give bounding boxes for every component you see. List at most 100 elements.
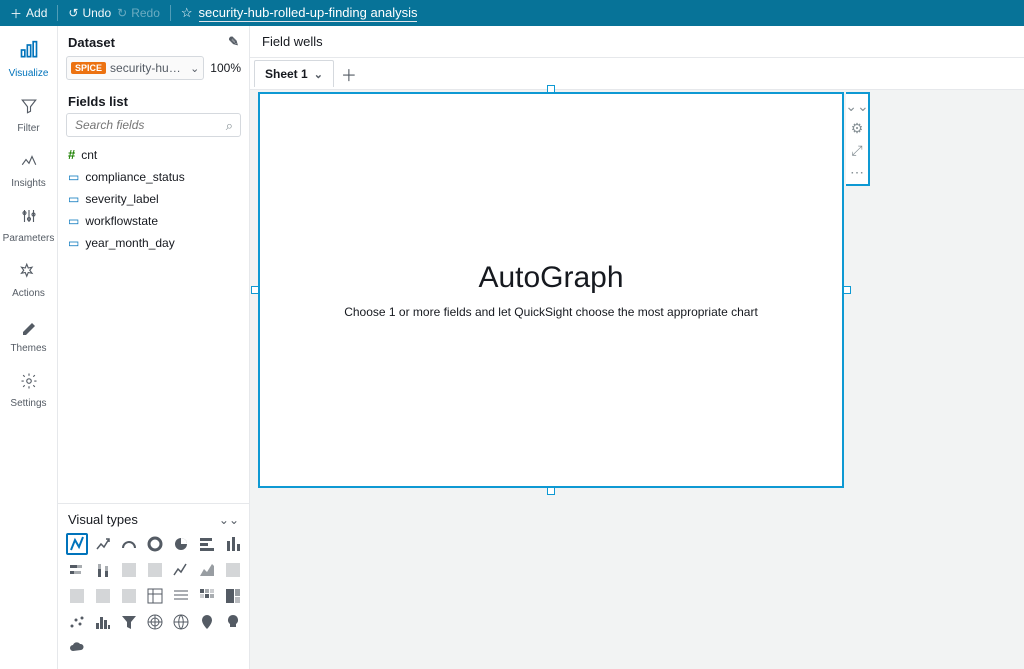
visual-type-vertical-100-stacked[interactable] <box>144 559 166 581</box>
visualize-icon <box>0 40 57 65</box>
visual-type-kpi-trend[interactable] <box>92 533 114 555</box>
analysis-name[interactable]: security-hub-rolled-up-finding analysis <box>199 5 418 22</box>
gear-icon <box>0 372 57 395</box>
visual-type-tree-map[interactable] <box>222 585 244 607</box>
expand-visual-icon[interactable]: ⤢ <box>849 142 865 158</box>
autograph-title: AutoGraph <box>478 261 623 295</box>
nav-label: Actions <box>12 288 45 299</box>
undo-label: Undo <box>82 6 111 20</box>
import-percentage: 100% <box>210 61 241 75</box>
field-wells-bar[interactable]: Field wells <box>250 26 1024 58</box>
fields-panel: Dataset ✎ SPICE security-hub-rol... ⌄ 10… <box>58 26 250 669</box>
collapse-visual-icon[interactable]: ⌄⌄ <box>849 98 865 114</box>
visual-type-insight[interactable] <box>222 611 244 633</box>
field-label: compliance_status <box>85 170 184 184</box>
visual-settings-icon[interactable]: ⚙ <box>849 120 865 136</box>
main-area: Field wells Sheet 1 ⌄ ＋ AutoGraph Choose… <box>250 26 1024 669</box>
field-item[interactable]: ▭ year_month_day <box>58 232 249 254</box>
field-label: severity_label <box>85 192 158 206</box>
visual-type-geo-map[interactable] <box>170 611 192 633</box>
insights-icon <box>0 152 57 175</box>
undo-icon: ↺ <box>68 6 78 20</box>
visual-type-pivot-table[interactable] <box>144 585 166 607</box>
themes-icon <box>0 317 57 340</box>
visual-type-area[interactable] <box>196 559 218 581</box>
visual-types-heading: Visual types <box>68 512 138 527</box>
visual-type-combo-bar[interactable] <box>222 559 244 581</box>
actions-icon <box>0 262 57 285</box>
filter-icon <box>0 97 57 120</box>
dataset-selector[interactable]: SPICE security-hub-rol... ⌄ <box>66 56 204 80</box>
visual-type-combo-line[interactable] <box>66 585 88 607</box>
parameters-icon <box>0 207 57 230</box>
visual-type-word-cloud[interactable] <box>66 637 88 659</box>
field-item[interactable]: ▭ compliance_status <box>58 166 249 188</box>
field-item[interactable]: ▭ severity_label <box>58 188 249 210</box>
field-wells-label: Field wells <box>262 34 323 49</box>
undo-button[interactable]: ↺ Undo <box>68 6 111 20</box>
visual-type-points-on-map[interactable] <box>196 611 218 633</box>
search-fields-input[interactable] <box>66 113 241 137</box>
visual-type-donut[interactable] <box>144 533 166 555</box>
chevron-down-icon: ⌄ <box>190 62 199 75</box>
visual-type-horizontal-bar[interactable] <box>196 533 218 555</box>
add-button[interactable]: ＋ Add <box>10 5 47 22</box>
star-icon[interactable]: ☆ <box>181 5 193 21</box>
visual-type-pie[interactable] <box>170 533 192 555</box>
visual-type-scatter[interactable] <box>66 611 88 633</box>
nav-label: Insights <box>11 178 45 189</box>
top-bar: ＋ Add ↺ Undo ↻ Redo ☆ security-hub-rolle… <box>0 0 1024 26</box>
add-label: Add <box>26 6 47 20</box>
field-item[interactable]: ▭ workflowstate <box>58 210 249 232</box>
sheet-tab[interactable]: Sheet 1 ⌄ <box>254 60 334 87</box>
nav-themes[interactable]: Themes <box>0 309 57 364</box>
fields-heading: Fields list <box>58 88 249 113</box>
plus-icon: ＋ <box>10 5 22 22</box>
dataset-name: security-hub-rol... <box>110 61 186 75</box>
visual-type-horizontal-100-stacked[interactable] <box>118 559 140 581</box>
visual-type-stacked-area[interactable] <box>92 585 114 607</box>
add-sheet-button[interactable]: ＋ <box>336 61 362 87</box>
string-type-icon: ▭ <box>68 214 79 228</box>
left-nav: Visualize Filter Insights Parameters Act… <box>0 26 58 669</box>
nav-label: Settings <box>10 398 46 409</box>
nav-label: Visualize <box>9 68 49 79</box>
nav-insights[interactable]: Insights <box>0 144 57 199</box>
canvas[interactable]: AutoGraph Choose 1 or more fields and le… <box>250 90 1024 669</box>
dataset-heading: Dataset <box>68 35 115 50</box>
chevron-down-icon: ⌄ <box>314 68 323 81</box>
string-type-icon: ▭ <box>68 192 79 206</box>
nav-label: Themes <box>10 343 46 354</box>
search-icon: ⌕ <box>226 118 233 134</box>
nav-filter[interactable]: Filter <box>0 89 57 144</box>
visual-type-histogram[interactable] <box>92 611 114 633</box>
number-type-icon: # <box>68 147 75 162</box>
nav-actions[interactable]: Actions <box>0 254 57 309</box>
nav-label: Parameters <box>3 233 55 244</box>
nav-settings[interactable]: Settings <box>0 364 57 419</box>
nav-visualize[interactable]: Visualize <box>0 32 57 89</box>
visual-type-vertical-bar[interactable] <box>222 533 244 555</box>
visual-toolbar: ⌄⌄ ⚙ ⤢ ⋯ <box>846 92 870 186</box>
visual-type-table[interactable] <box>170 585 192 607</box>
field-label: year_month_day <box>85 236 174 250</box>
visual-type-autograph[interactable] <box>66 533 88 555</box>
visual-type-radar[interactable] <box>144 611 166 633</box>
edit-dataset-icon[interactable]: ✎ <box>228 34 239 50</box>
visual-type-clustered-bar[interactable] <box>118 585 140 607</box>
string-type-icon: ▭ <box>68 236 79 250</box>
visual-type-horizontal-stacked-bar[interactable] <box>66 559 88 581</box>
field-item[interactable]: # cnt <box>58 143 249 166</box>
visual-menu-icon[interactable]: ⋯ <box>849 164 865 180</box>
sheet-tab-label: Sheet 1 <box>265 67 308 81</box>
string-type-icon: ▭ <box>68 170 79 184</box>
visual-type-funnel[interactable] <box>118 611 140 633</box>
visual-type-heatmap[interactable] <box>196 585 218 607</box>
visual-container[interactable]: AutoGraph Choose 1 or more fields and le… <box>258 92 844 488</box>
nav-parameters[interactable]: Parameters <box>0 199 57 254</box>
visual-type-gauge[interactable] <box>118 533 140 555</box>
collapse-icon[interactable]: ⌄⌄ <box>219 513 239 527</box>
autograph-subtitle: Choose 1 or more fields and let QuickSig… <box>344 305 758 319</box>
visual-type-line[interactable] <box>170 559 192 581</box>
visual-type-vertical-stacked-bar[interactable] <box>92 559 114 581</box>
